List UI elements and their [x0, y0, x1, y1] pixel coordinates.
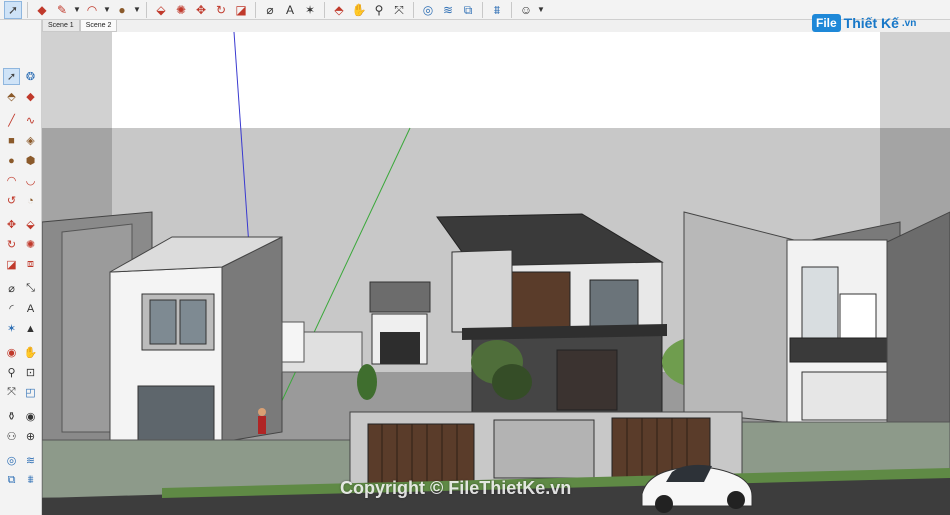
rotated-rectangle-icon[interactable]: ◈: [22, 132, 39, 149]
arc-icon[interactable]: ◠: [3, 172, 20, 189]
push-pull-icon[interactable]: ⬙: [152, 1, 170, 19]
scale-icon[interactable]: ◪: [3, 256, 20, 273]
paint-bucket-icon[interactable]: ⬘: [330, 1, 348, 19]
warehouse-icon[interactable]: ◎: [3, 452, 20, 469]
tab-scene-1[interactable]: Scene 1: [42, 20, 80, 32]
look-around-icon[interactable]: ◉: [22, 408, 39, 425]
top-toolbar: ➚ ◆ ✎ ▼ ◠ ▼ ● ▼ ⬙ ✺ ✥ ↻ ◪ ⌀ A ✶ ⬘ ✋ ⚲ ⤧ ◎ ≋…: [0, 0, 950, 20]
site-logo: File Thiết Kế .vn: [812, 14, 916, 32]
protractor-icon[interactable]: ◜: [3, 300, 20, 317]
right-building: [683, 211, 803, 425]
orbit-icon[interactable]: ✋: [350, 1, 368, 19]
select-tool-icon[interactable]: ➚: [3, 68, 20, 85]
zoom-window-icon[interactable]: ⊡: [22, 364, 39, 381]
text-icon[interactable]: A: [281, 1, 299, 19]
orbit-icon[interactable]: ◉: [3, 344, 20, 361]
left-gate: [367, 423, 475, 487]
scale-icon[interactable]: ◪: [232, 1, 250, 19]
scene-tabs: Scene 1 Scene 2: [42, 20, 118, 32]
sandbox-icon[interactable]: ≋: [439, 1, 457, 19]
zoom-extents-icon[interactable]: ⤧: [3, 384, 20, 401]
toolbar-separator: [413, 1, 414, 18]
freehand-icon[interactable]: ∿: [22, 112, 39, 129]
move-icon[interactable]: ✥: [192, 1, 210, 19]
circle-icon[interactable]: ●: [3, 152, 20, 169]
zoom-icon[interactable]: ⚲: [3, 364, 20, 381]
walk-icon[interactable]: ⚇: [3, 428, 20, 445]
zoom-extents-icon[interactable]: ⤧: [390, 1, 408, 19]
text-icon[interactable]: A: [22, 300, 39, 317]
section-plane-icon[interactable]: ⊕: [22, 428, 39, 445]
toolbar-separator: [482, 1, 483, 18]
person: [258, 416, 266, 434]
chevron-down-icon[interactable]: ▼: [73, 5, 81, 14]
zoom-icon[interactable]: ⚲: [370, 1, 388, 19]
extension-icon[interactable]: ⩩: [22, 472, 39, 489]
axes-icon[interactable]: ✶: [3, 320, 20, 337]
rectangle-icon[interactable]: ■: [3, 132, 20, 149]
logo-suffix: .vn: [901, 17, 917, 29]
chevron-down-icon[interactable]: ▼: [103, 5, 111, 14]
logo-text: Thiết Kế: [843, 15, 899, 31]
line-icon[interactable]: ╱: [3, 112, 20, 129]
make-component-icon[interactable]: ❂: [22, 68, 39, 85]
offset-icon[interactable]: ⧈: [22, 256, 39, 273]
model-viewport[interactable]: [42, 32, 950, 515]
tab-scene-2[interactable]: Scene 2: [79, 20, 118, 32]
select-tool-icon[interactable]: ➚: [4, 0, 22, 19]
pan-icon[interactable]: ✋: [22, 344, 39, 361]
tape-measure-icon[interactable]: ⌀: [261, 1, 279, 19]
pencil-icon[interactable]: ✎: [53, 1, 71, 19]
3d-text-icon[interactable]: ▲: [22, 320, 39, 337]
rotate-icon[interactable]: ↻: [3, 236, 20, 253]
move-icon[interactable]: ✥: [3, 216, 20, 233]
dimension-icon[interactable]: ⤡: [22, 280, 39, 297]
axes-icon[interactable]: ✶: [301, 1, 319, 19]
chevron-down-icon[interactable]: ▼: [537, 5, 545, 14]
polygon-icon[interactable]: ⬢: [22, 152, 39, 169]
layers-icon[interactable]: ⧉: [459, 1, 477, 19]
warehouse-icon[interactable]: ◎: [419, 1, 437, 19]
logo-mark: File: [812, 14, 841, 32]
paint-bucket-icon[interactable]: ⬘: [3, 88, 20, 105]
previous-view-icon[interactable]: ◰: [22, 384, 39, 401]
eraser-icon[interactable]: ◆: [33, 1, 51, 19]
follow-me-icon[interactable]: ✺: [172, 1, 190, 19]
eraser-icon[interactable]: ◆: [22, 88, 39, 105]
toolbar-separator: [255, 1, 256, 18]
chevron-down-icon[interactable]: ▼: [133, 5, 141, 14]
extension-icon[interactable]: ⩩: [488, 1, 506, 19]
rotate-icon[interactable]: ↻: [212, 1, 230, 19]
position-camera-icon[interactable]: ⚱: [3, 408, 20, 425]
shape-icon[interactable]: ●: [113, 1, 131, 19]
layers-icon[interactable]: ⧉: [3, 472, 20, 489]
copyright-watermark: Copyright © FileThietKe.vn: [340, 478, 572, 498]
model-scene: [42, 32, 950, 515]
follow-me-icon[interactable]: ✺: [22, 236, 39, 253]
two-point-arc-icon[interactable]: ◡: [22, 172, 39, 189]
left-toolbar: ➚ ❂ ⬘ ◆ ╱ ∿ ■ ◈ ● ⬢ ◠ ◡ ↺ ◔ ✥ ⬙ ↻ ✺ ◪ ⧈ …: [0, 20, 42, 515]
sandbox-icon[interactable]: ≋: [22, 452, 39, 469]
pie-icon[interactable]: ◔: [22, 192, 39, 209]
toolbar-separator: [324, 1, 325, 18]
toolbar-separator: [146, 1, 147, 18]
toolbar-separator: [511, 1, 512, 18]
three-point-arc-icon[interactable]: ↺: [3, 192, 20, 209]
tape-measure-icon[interactable]: ⌀: [3, 280, 20, 297]
push-pull-icon[interactable]: ⬙: [22, 216, 39, 233]
account-icon[interactable]: ☺: [517, 1, 535, 19]
toolbar-separator: [27, 1, 28, 18]
sky: [42, 32, 950, 128]
arc-icon[interactable]: ◠: [83, 1, 101, 19]
